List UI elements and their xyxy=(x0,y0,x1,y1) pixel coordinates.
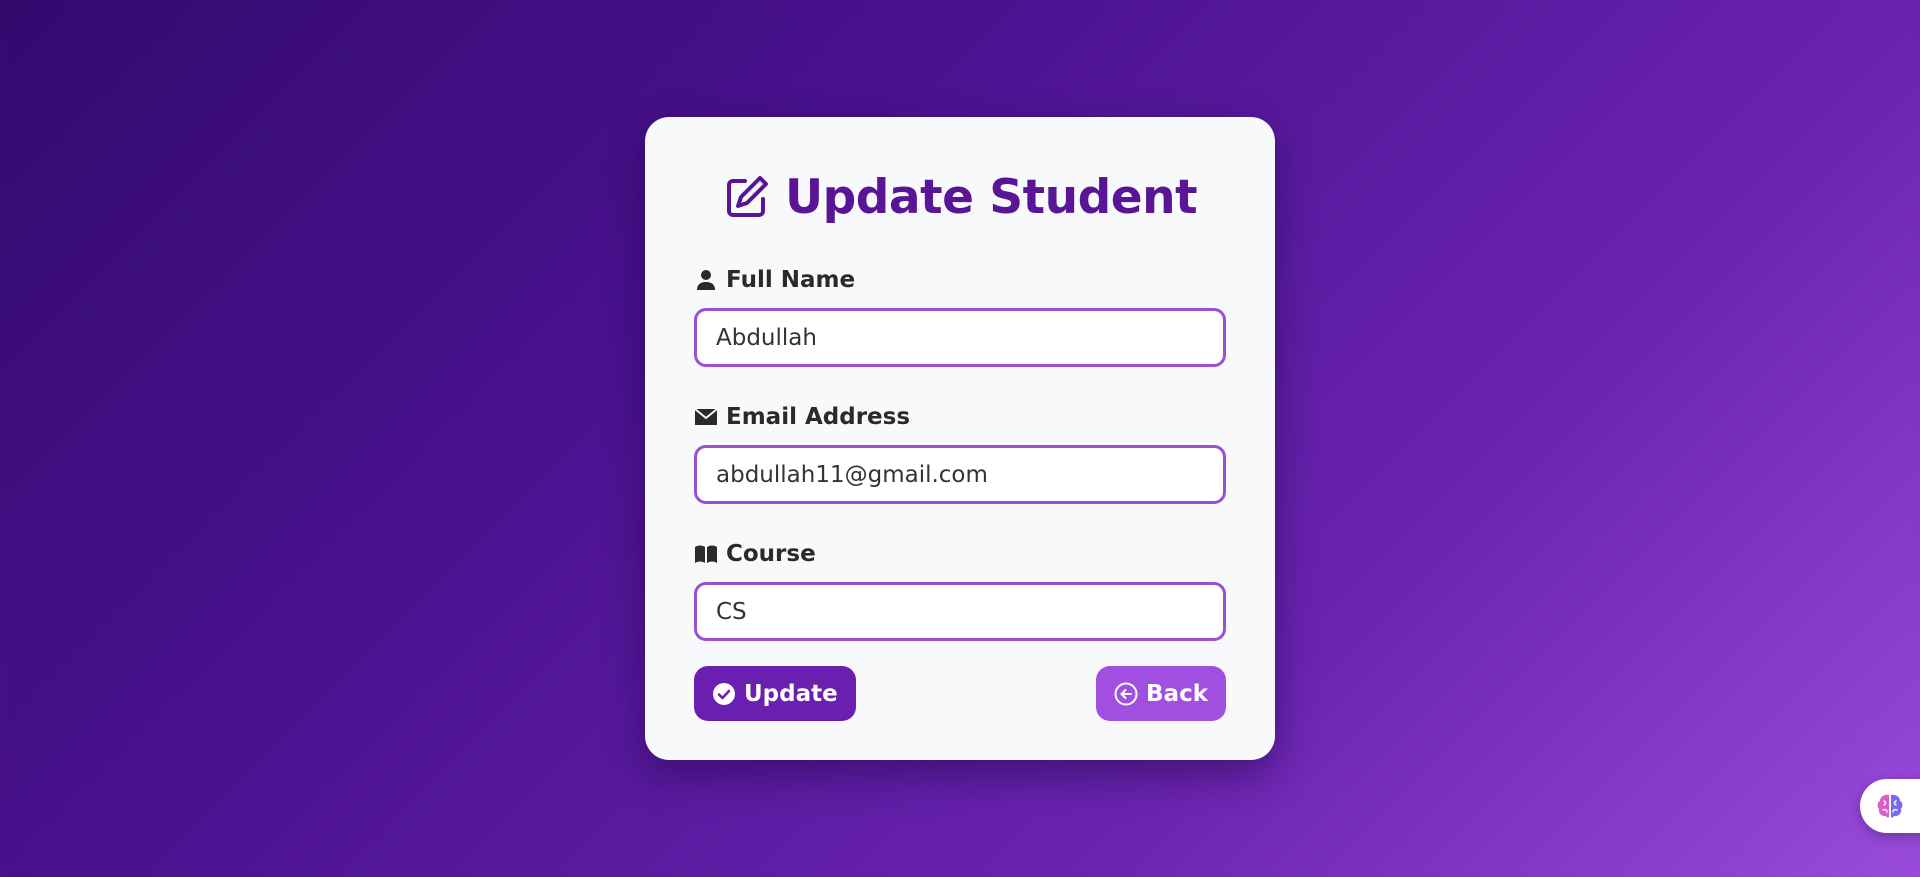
update-button[interactable]: Update xyxy=(694,666,856,721)
full-name-label: Full Name xyxy=(694,265,1226,295)
full-name-label-text: Full Name xyxy=(726,267,856,293)
back-button[interactable]: Back xyxy=(1096,666,1226,721)
page-title: Update Student xyxy=(694,169,1226,225)
envelope-icon xyxy=(694,406,718,428)
book-icon xyxy=(694,543,718,565)
floating-widget-button[interactable] xyxy=(1860,779,1920,833)
arrow-left-circle-icon xyxy=(1114,682,1138,706)
form-actions: Update Back xyxy=(694,666,1226,721)
update-student-card: Update Student Full Name Email Address xyxy=(645,117,1275,760)
email-label: Email Address xyxy=(694,402,1226,432)
email-label-text: Email Address xyxy=(726,404,911,430)
title-text: Update Student xyxy=(784,169,1198,225)
full-name-input[interactable] xyxy=(694,308,1226,367)
course-label-text: Course xyxy=(726,541,816,567)
back-button-label: Back xyxy=(1146,680,1208,707)
email-input[interactable] xyxy=(694,445,1226,504)
edit-icon xyxy=(723,173,771,221)
user-icon xyxy=(694,269,718,291)
course-input[interactable] xyxy=(694,582,1226,641)
update-button-label: Update xyxy=(744,680,838,707)
course-label: Course xyxy=(694,539,1226,569)
brain-icon xyxy=(1874,790,1906,822)
check-circle-icon xyxy=(712,682,736,706)
